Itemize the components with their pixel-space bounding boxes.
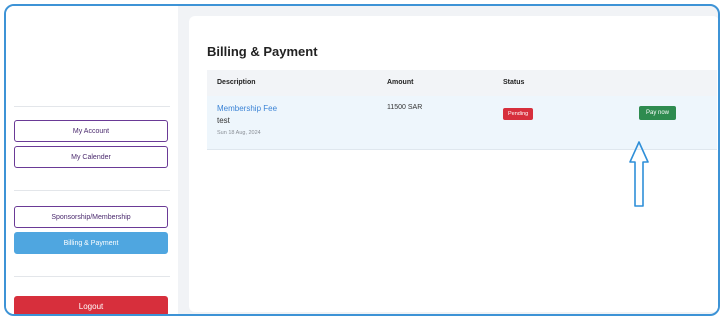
- sidebar-divider: [14, 190, 170, 191]
- my-calendar-button[interactable]: My Calender: [14, 146, 168, 168]
- row-date: Sun 18 Aug, 2024: [217, 130, 261, 136]
- pay-now-button[interactable]: Pay now: [639, 106, 677, 120]
- billing-table: Description Amount Status Membership Fee…: [207, 70, 717, 150]
- description-subtitle: test: [217, 116, 230, 125]
- sidebar-divider: [14, 106, 170, 107]
- column-status: Status: [503, 79, 525, 86]
- logout-button[interactable]: Logout: [14, 296, 168, 314]
- sponsorship-membership-button[interactable]: Sponsorship/Membership: [14, 206, 168, 228]
- status-badge-wrap: Pending: [503, 102, 534, 120]
- column-amount: Amount: [387, 79, 414, 86]
- sidebar-divider: [14, 276, 170, 277]
- table-header: Description Amount Status: [207, 70, 717, 96]
- sidebar: My Account My Calender Sponsorship/Membe…: [6, 6, 178, 314]
- main-panel: Billing & Payment Description Amount Sta…: [189, 16, 718, 312]
- description-link[interactable]: Membership Fee: [217, 104, 277, 113]
- status-badge: Pending: [503, 108, 534, 120]
- my-account-button[interactable]: My Account: [14, 120, 168, 142]
- billing-payment-button[interactable]: Billing & Payment: [14, 232, 168, 254]
- column-description: Description: [217, 79, 256, 86]
- page-title: Billing & Payment: [207, 44, 318, 59]
- app-frame: My Account My Calender Sponsorship/Membe…: [4, 4, 720, 316]
- up-arrow-icon: [629, 141, 649, 207]
- pay-now-wrap: Pay now: [639, 101, 677, 120]
- amount-value: 11500 SAR: [387, 104, 423, 111]
